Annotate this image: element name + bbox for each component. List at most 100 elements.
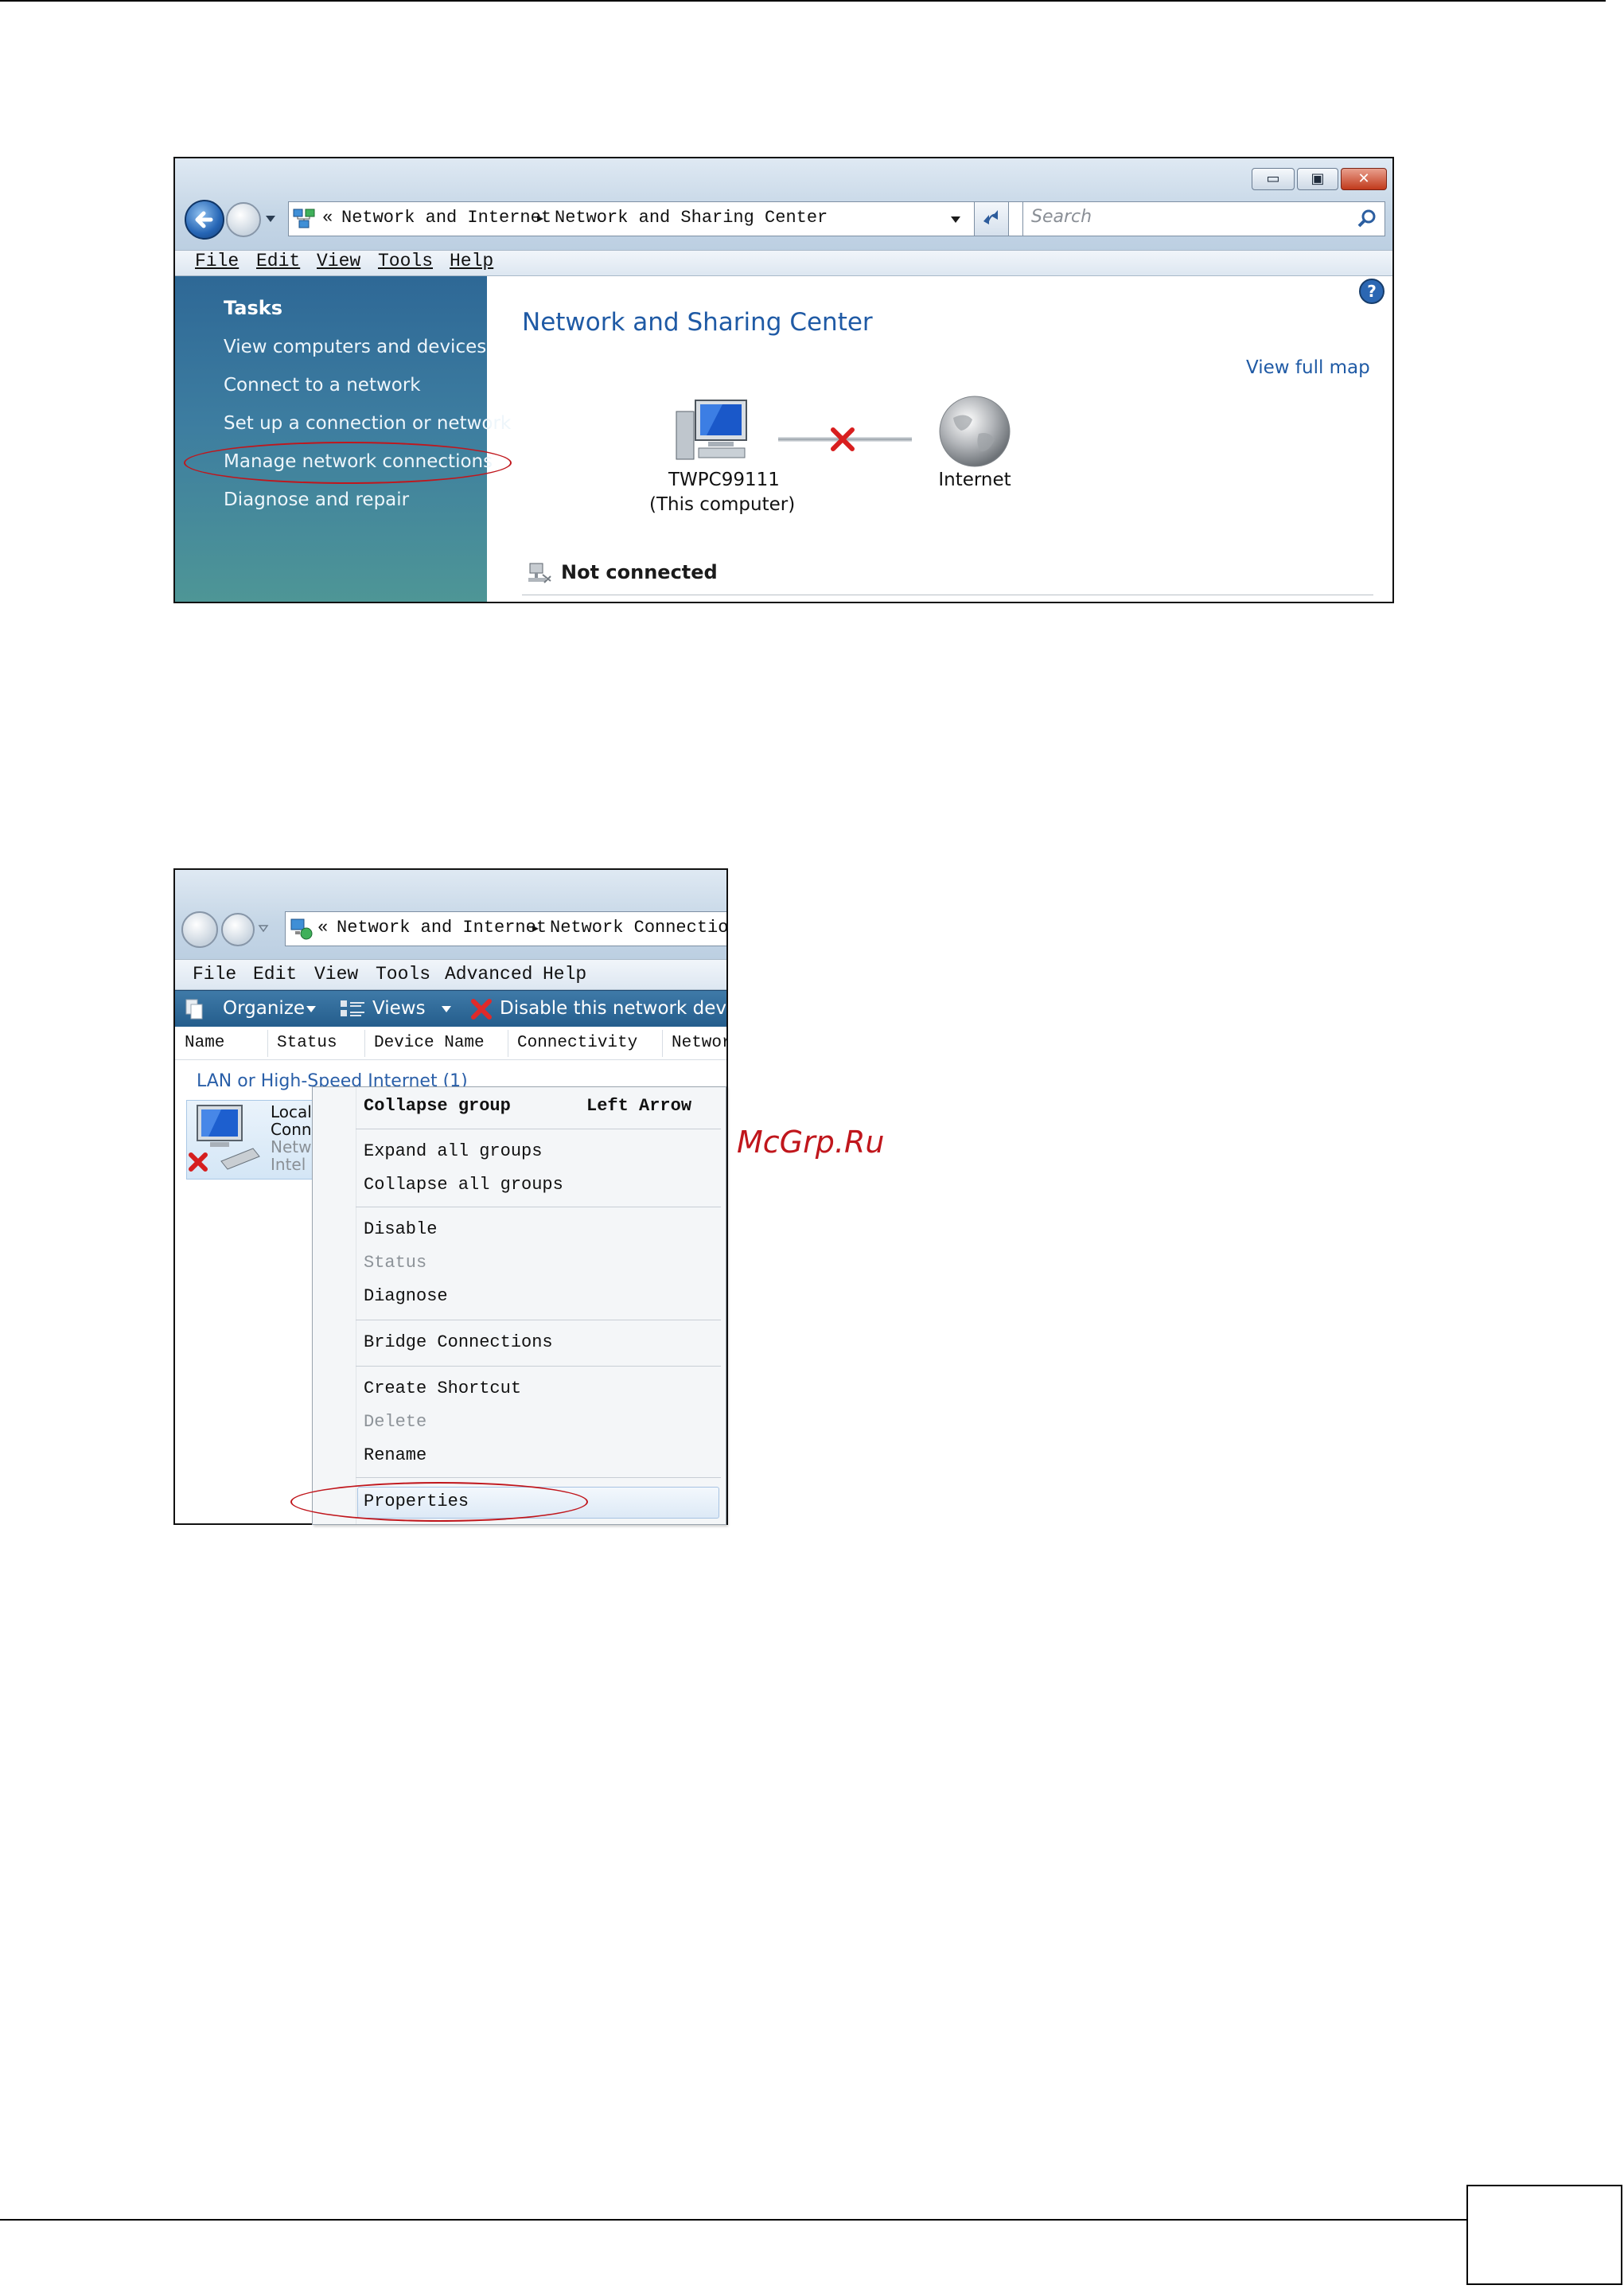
recent-pages-chevron-icon[interactable] bbox=[264, 214, 277, 224]
computer-icon[interactable] bbox=[675, 396, 754, 462]
computer-name: TWPC99111 bbox=[668, 470, 780, 490]
menu-view[interactable]: View bbox=[314, 960, 358, 989]
organize-button[interactable]: Organize bbox=[223, 991, 305, 1026]
menu-item-expand-all[interactable]: Expand all groups bbox=[364, 1141, 542, 1161]
column-status[interactable]: Status bbox=[277, 1027, 337, 1060]
highlight-oval-manage-connections bbox=[184, 442, 512, 484]
menu-help[interactable]: Help bbox=[450, 251, 493, 271]
network-sharing-center-window: ▭ ▣ ✕ « Network and Internet ▸ Network a… bbox=[173, 157, 1394, 603]
menu-item-collapse-group[interactable]: Collapse group bbox=[364, 1096, 511, 1116]
column-connectivity[interactable]: Connectivity bbox=[517, 1027, 637, 1060]
network-connections-icon bbox=[290, 918, 313, 940]
refresh-button[interactable] bbox=[974, 201, 1009, 236]
breadcrumb-network-internet[interactable]: Network and Internet bbox=[337, 912, 547, 944]
menu-item-bridge-connections[interactable]: Bridge Connections bbox=[364, 1332, 553, 1352]
menu-bar: File Edit View Tools Help bbox=[175, 250, 1392, 276]
breadcrumb-separator-icon: ▸ bbox=[537, 210, 544, 225]
column-network[interactable]: Network bbox=[672, 1027, 726, 1060]
top-rule bbox=[0, 0, 1606, 2]
address-bar[interactable]: « Network and Internet ▸ Network and Sha… bbox=[288, 201, 1148, 236]
close-icon: ✕ bbox=[1357, 170, 1370, 187]
menu-tools[interactable]: Tools bbox=[378, 251, 433, 271]
menu-bar: File Edit View Tools Advanced Help bbox=[175, 959, 726, 990]
menu-edit[interactable]: Edit bbox=[256, 251, 300, 271]
menu-tools[interactable]: Tools bbox=[376, 960, 430, 989]
bottom-rule bbox=[0, 2219, 1466, 2221]
forward-button[interactable] bbox=[226, 202, 261, 237]
organize-icon bbox=[185, 999, 203, 1020]
menu-item-rename[interactable]: Rename bbox=[364, 1445, 426, 1465]
item-text-line: Intel bbox=[271, 1155, 306, 1174]
highlight-oval-properties bbox=[290, 1482, 588, 1522]
item-text-line: Local bbox=[271, 1102, 312, 1121]
menu-file[interactable]: File bbox=[195, 251, 239, 271]
column-divider[interactable] bbox=[267, 1030, 268, 1057]
menu-item-diagnose[interactable]: Diagnose bbox=[364, 1286, 448, 1306]
menu-separator bbox=[356, 1366, 721, 1367]
tasks-heading: Tasks bbox=[224, 297, 283, 319]
menu-advanced[interactable]: Advanced bbox=[445, 960, 532, 989]
column-divider[interactable] bbox=[364, 1030, 365, 1057]
network-status-icon bbox=[528, 563, 551, 583]
task-setup-connection[interactable]: Set up a connection or network bbox=[224, 413, 511, 434]
menu-separator bbox=[356, 1477, 721, 1478]
shortcut-left-arrow: Left Arrow bbox=[586, 1096, 692, 1116]
address-bar[interactable]: « Network and Internet ▸ Network Connect… bbox=[285, 911, 726, 946]
task-view-computers[interactable]: View computers and devices bbox=[224, 337, 486, 357]
search-box[interactable]: Search bbox=[1022, 201, 1385, 236]
menu-item-delete: Delete bbox=[364, 1412, 427, 1432]
views-dropdown-icon[interactable] bbox=[441, 1005, 452, 1013]
network-location-icon bbox=[293, 209, 315, 228]
breadcrumb-network-sharing-center[interactable]: Network and Sharing Center bbox=[555, 202, 828, 234]
search-input[interactable]: Search bbox=[1031, 202, 1092, 232]
breadcrumb-network-connections[interactable]: Network Connections bbox=[550, 912, 726, 944]
search-icon[interactable] bbox=[1356, 208, 1378, 230]
minimize-button[interactable]: ▭ bbox=[1252, 168, 1295, 190]
command-toolbar: Organize Views Disable this network devi… bbox=[175, 990, 726, 1027]
menu-item-create-shortcut[interactable]: Create Shortcut bbox=[364, 1378, 521, 1398]
breadcrumb-network-internet[interactable]: Network and Internet bbox=[341, 202, 551, 234]
column-divider[interactable] bbox=[662, 1030, 663, 1057]
disable-device-button[interactable]: Disable this network device bbox=[500, 991, 726, 1026]
address-prefix: « bbox=[317, 918, 329, 938]
internet-globe-icon[interactable] bbox=[937, 394, 1012, 469]
recent-pages-chevron-icon[interactable] bbox=[258, 924, 269, 934]
disable-x-icon bbox=[471, 999, 492, 1020]
task-connect-network[interactable]: Connect to a network bbox=[224, 375, 421, 396]
computer-subtitle: (This computer) bbox=[649, 494, 796, 515]
maximize-button[interactable]: ▣ bbox=[1297, 168, 1338, 190]
views-button[interactable]: Views bbox=[372, 991, 426, 1026]
column-name[interactable]: Name bbox=[185, 1027, 224, 1060]
forward-button[interactable] bbox=[221, 913, 255, 946]
menu-file[interactable]: File bbox=[193, 960, 236, 989]
menu-edit[interactable]: Edit bbox=[253, 960, 297, 989]
maximize-icon: ▣ bbox=[1310, 170, 1325, 187]
menu-help[interactable]: Help bbox=[543, 960, 586, 989]
refresh-icon bbox=[983, 210, 998, 224]
back-button[interactable] bbox=[181, 911, 218, 948]
task-diagnose-repair[interactable]: Diagnose and repair bbox=[224, 489, 409, 510]
help-icon[interactable]: ? bbox=[1358, 278, 1385, 305]
menu-item-status: Status bbox=[364, 1253, 427, 1273]
address-dropdown-icon[interactable] bbox=[949, 215, 962, 224]
organize-dropdown-icon[interactable] bbox=[306, 1005, 317, 1013]
views-icon bbox=[341, 1000, 364, 1016]
menu-view[interactable]: View bbox=[317, 251, 360, 271]
tasks-sidebar: Tasks View computers and devices Connect… bbox=[175, 276, 511, 602]
column-device-name[interactable]: Device Name bbox=[374, 1027, 485, 1060]
page-title: Network and Sharing Center bbox=[522, 308, 873, 337]
page-number-box bbox=[1466, 2185, 1622, 2285]
menu-item-disable[interactable]: Disable bbox=[364, 1219, 437, 1239]
view-full-map-link[interactable]: View full map bbox=[1246, 357, 1370, 378]
column-headers: Name Status Device Name Connectivity Net… bbox=[175, 1027, 726, 1060]
breadcrumb-separator-icon: ▸ bbox=[532, 920, 539, 935]
network-status-text: Not connected bbox=[561, 561, 718, 583]
address-prefix: « bbox=[322, 208, 333, 228]
local-connection-icon bbox=[189, 1105, 260, 1172]
back-button[interactable] bbox=[185, 200, 224, 240]
svg-text:?: ? bbox=[1367, 282, 1377, 301]
watermark-text: McGrp.Ru bbox=[737, 1125, 885, 1160]
close-button[interactable]: ✕ bbox=[1341, 168, 1387, 190]
menu-item-collapse-all[interactable]: Collapse all groups bbox=[364, 1175, 563, 1195]
minimize-icon: ▭ bbox=[1266, 170, 1280, 187]
